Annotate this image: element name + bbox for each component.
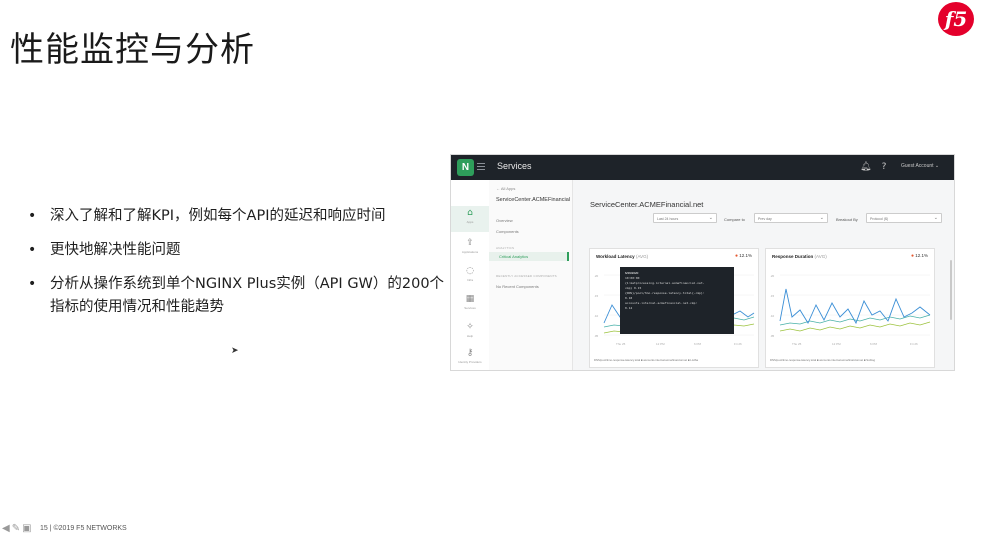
nav-section-analytics: ANALYTICS: [496, 246, 515, 250]
f5-logo: f5: [938, 2, 974, 36]
main-scrollbar[interactable]: [950, 260, 952, 320]
nav-item-components[interactable]: Components: [496, 229, 519, 234]
back-link[interactable]: ← All Apps: [496, 186, 515, 191]
help-icon[interactable]: ?: [879, 162, 889, 172]
time-range-select[interactable]: Last 24 hours: [653, 213, 717, 223]
nginx-logo[interactable]: N: [457, 159, 474, 176]
grid-icon: ▦: [465, 294, 475, 304]
svg-text:.20: .20: [770, 274, 775, 278]
svg-text:.15: .15: [770, 294, 775, 298]
rocket-icon: ⇪: [466, 238, 474, 248]
response-duration-chart: .20 .15 .10 .05 Thu 25 12 PM 6 PM Fri 26: [770, 274, 931, 346]
app-secondary-nav: ← All Apps ServiceCenter.ACMEFinancial O…: [489, 180, 573, 370]
response-duration-card[interactable]: Response Duration (AVG) ● 12.1% .20 .15 .1…: [765, 248, 935, 368]
pen-icon[interactable]: ✎: [12, 523, 22, 534]
bullet-item: 分析从操作系统到单个NGINX Plus实例（API GW）的200个指标的使用…: [28, 273, 448, 319]
rail-label: Services: [464, 306, 476, 310]
chart-legend: DNS/pool/timo-response-latency.total ■ a…: [594, 358, 699, 362]
app-left-rail: ⌂ Apps ⇪ Applications ◌ Infra ▦ Services…: [451, 180, 490, 370]
bulb-icon: ◌: [466, 266, 474, 276]
svg-text:Thu 25: Thu 25: [792, 342, 802, 346]
tooltip-line: 0.14: [625, 306, 633, 310]
nav-item-critical-analytics[interactable]: Critical Analytics: [489, 252, 569, 261]
change-badge: ● 12.1%: [734, 253, 752, 259]
compare-label: Compare to: [724, 217, 745, 222]
bullet-item: 更快地解决性能问题: [28, 239, 448, 262]
bullet-item: 深入了解和了解KPI，例如每个API的延迟和响应时间: [28, 205, 448, 228]
rail-item-infra[interactable]: ◌ Infra: [451, 264, 489, 290]
home-icon: ⌂: [467, 208, 473, 218]
svg-text:.10: .10: [770, 314, 775, 318]
svg-text:.20: .20: [594, 274, 599, 278]
app-main-content: ServiceCenter.ACMEFinancial.net Last 24 …: [573, 180, 954, 370]
svg-text:Thu 25: Thu 25: [616, 342, 626, 346]
embedded-app-screenshot: N Services 🔔︎ ? Guest Account ⌄ ⌂ Apps ⇪…: [450, 154, 955, 371]
alert-icon: ●: [910, 253, 914, 259]
breakout-select[interactable]: Protocol ($): [866, 213, 942, 223]
key-icon: ⚷: [466, 348, 474, 358]
mouse-cursor-icon: ➤: [231, 346, 239, 356]
rail-item-services[interactable]: ▦ Services: [451, 292, 489, 318]
bell-icon[interactable]: 🔔︎: [860, 162, 871, 172]
workload-latency-card[interactable]: Workload Latency (AVG) ● 12.1% .20 .15 .10…: [589, 248, 759, 368]
rail-item-applications[interactable]: ⇪ Applications: [451, 236, 489, 262]
svg-text:.05: .05: [770, 334, 775, 338]
account-menu[interactable]: Guest Account ⌄: [901, 163, 939, 169]
rail-label: Infra: [466, 278, 473, 282]
slide-title: 性能监控与分析: [10, 30, 255, 70]
rail-label: Apps: [466, 220, 474, 224]
alert-icon: ●: [734, 253, 738, 259]
svg-text:6 PM: 6 PM: [694, 342, 702, 346]
service-title: ServiceCenter.ACMEFinancial.net: [590, 200, 704, 209]
compare-select[interactable]: Prev day: [754, 213, 828, 223]
svg-text:Fri 26: Fri 26: [910, 342, 918, 346]
rail-label: Applications: [461, 250, 479, 254]
change-badge: ● 12.1%: [910, 253, 928, 259]
star-icon: ✧: [466, 322, 474, 332]
app-top-bar: N Services 🔔︎ ? Guest Account ⌄: [451, 155, 954, 180]
rail-label: Help: [466, 334, 474, 338]
rail-item-apps[interactable]: ⌂ Apps: [451, 206, 489, 232]
rail-item-help[interactable]: ✧ Help: [451, 320, 489, 346]
svg-text:.05: .05: [594, 334, 599, 338]
slide-footer: 15 | ©2019 F5 NETWORKS: [40, 525, 127, 532]
breakout-label: Breakout By: [836, 217, 858, 222]
svg-text:.15: .15: [594, 294, 599, 298]
svg-text:6 PM: 6 PM: [870, 342, 878, 346]
nav-section-recent: RECENTLY ACCESSED COMPONENTS: [496, 274, 557, 278]
nav-item-overview[interactable]: Overview: [496, 218, 513, 223]
bullet-list: 深入了解和了解KPI，例如每个API的延迟和响应时间 更快地解决性能问题 分析从…: [28, 205, 448, 330]
card-title: Response Duration (AVG): [772, 254, 827, 259]
card-title: Workload Latency (AVG): [596, 254, 649, 259]
presentation-toolbar[interactable]: ◀✎▣: [2, 523, 34, 534]
chart-legend: DNS/pool/timo-response-latency.total ■ a…: [770, 358, 876, 362]
svg-text:12 PM: 12 PM: [656, 342, 665, 346]
grid-icon[interactable]: ▣: [22, 523, 33, 534]
nav-item-no-recent: No Recent Components: [496, 284, 539, 289]
chart-tooltip: 6/29/2020 10:00:00 {1:metprocessing.inte…: [620, 267, 734, 334]
arrow-left-icon[interactable]: ◀: [2, 523, 12, 534]
svg-text:12 PM: 12 PM: [832, 342, 841, 346]
rail-label: Identity Providers: [458, 360, 482, 364]
svg-text:.10: .10: [594, 314, 599, 318]
menu-icon[interactable]: [477, 163, 485, 164]
nav-app-header: ServiceCenter.ACMEFinancial: [496, 197, 570, 203]
svg-text:Fri 26: Fri 26: [734, 342, 742, 346]
rail-item-identity[interactable]: ⚷ Identity Providers: [451, 346, 489, 370]
app-title: Services: [497, 161, 532, 171]
